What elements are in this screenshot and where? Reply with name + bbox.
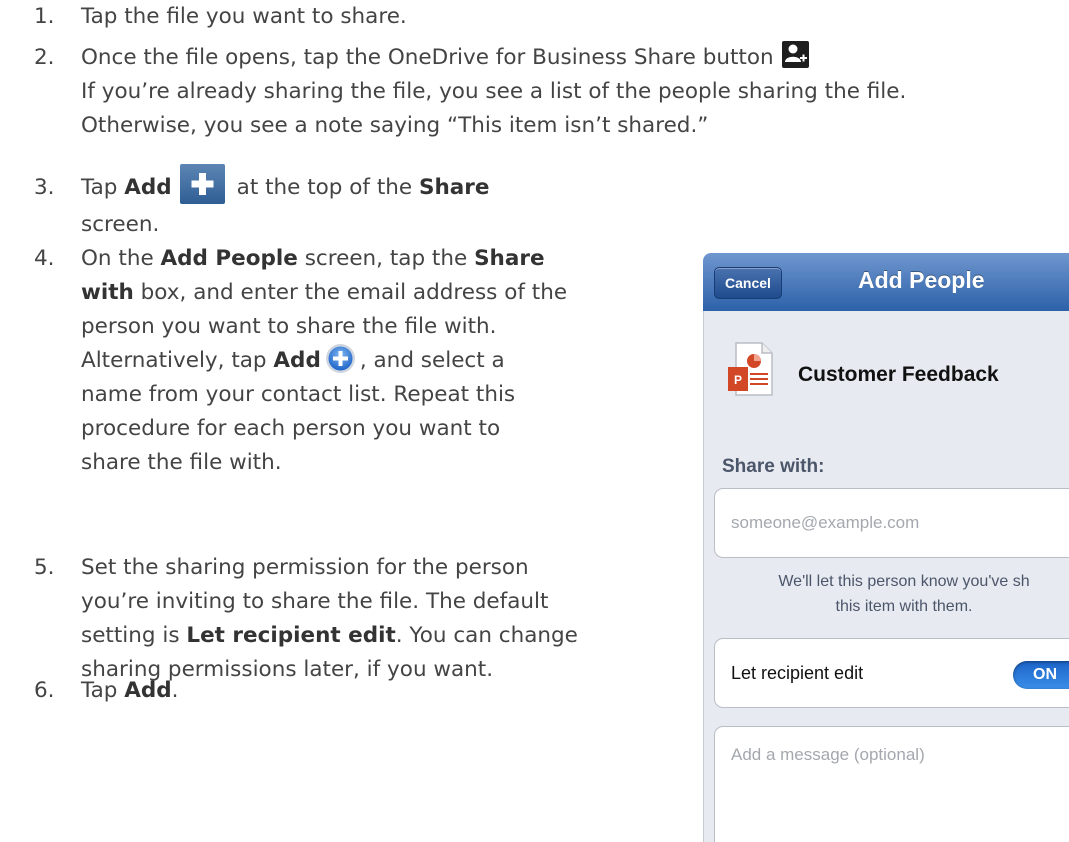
cancel-button[interactable]: Cancel: [714, 267, 782, 299]
step-5: 5. Set the sharing permission for the per…: [34, 551, 674, 687]
add-people-form: P Customer Feedback Share with: someone@…: [703, 311, 1069, 842]
step-4: 4. On the Add People screen, tap the Shar…: [34, 242, 674, 480]
message-placeholder: Add a message (optional): [731, 745, 925, 764]
let-recipient-edit-row: Let recipient edit ON: [714, 638, 1069, 708]
navigation-bar: Cancel Add People: [703, 253, 1069, 311]
add-plus-icon: [179, 164, 225, 204]
file-name: Customer Feedback: [798, 363, 999, 386]
add-people-screenshot: Cancel Add People P Customer Feedback Sh…: [703, 253, 1069, 842]
step-number: 3.: [34, 175, 55, 200]
step-text: Otherwise, you see a note saying “This i…: [81, 113, 709, 138]
step-2: 2. Once the file opens, tap the OneDrive …: [34, 40, 907, 143]
step-text: Once the file opens, tap the OneDrive fo…: [81, 45, 774, 70]
step-text: If you’re already sharing the file, you …: [81, 79, 907, 104]
step-number: 2.: [34, 45, 55, 70]
powerpoint-file-icon: P: [726, 341, 776, 403]
add-circle-icon: [325, 343, 356, 374]
share-with-label: Share with:: [722, 456, 825, 477]
share-person-icon: [781, 40, 809, 68]
step-6: 6. Tap Add.: [34, 674, 179, 708]
edit-toggle[interactable]: ON: [1013, 661, 1069, 689]
toggle-label: ON: [1033, 666, 1057, 683]
notification-note: We'll let this person know you've sh thi…: [778, 573, 1030, 615]
email-field[interactable]: someone@example.com: [714, 488, 1069, 558]
svg-text:P: P: [734, 373, 742, 387]
email-placeholder: someone@example.com: [731, 513, 920, 532]
step-text: Tap the file you want to share.: [81, 4, 407, 29]
step-number: 6.: [34, 678, 55, 703]
step-1: 1. Tap the file you want to share.: [34, 0, 407, 34]
step-number: 5.: [34, 555, 55, 580]
step-number: 4.: [34, 246, 55, 271]
message-field[interactable]: Add a message (optional): [714, 726, 1069, 842]
screen-title: Add People: [858, 267, 985, 293]
step-3: 3. Tap Add at the top of the Share screen…: [34, 164, 489, 242]
step-number: 1.: [34, 4, 55, 29]
let-recipient-edit-label: Let recipient edit: [731, 663, 864, 683]
